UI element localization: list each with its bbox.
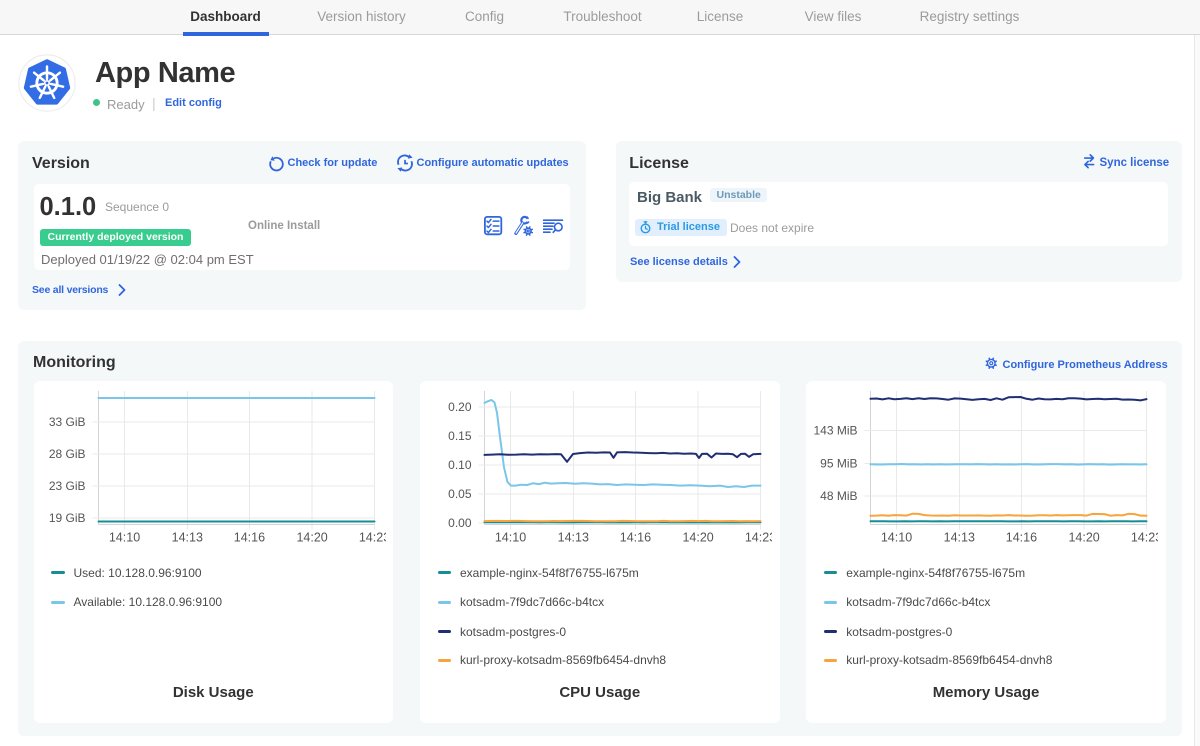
svg-text:0.00: 0.00 bbox=[448, 516, 472, 530]
svg-text:14:20: 14:20 bbox=[682, 531, 713, 545]
svg-text:14:16: 14:16 bbox=[233, 531, 264, 545]
svg-text:14:20: 14:20 bbox=[1069, 531, 1100, 545]
svg-text:14:13: 14:13 bbox=[944, 531, 975, 545]
svg-text:14:13: 14:13 bbox=[171, 531, 202, 545]
svg-text:28 GiB: 28 GiB bbox=[48, 447, 85, 461]
svg-text:14:23: 14:23 bbox=[745, 531, 772, 545]
svg-text:95 MiB: 95 MiB bbox=[820, 457, 857, 471]
svg-text:14:20: 14:20 bbox=[296, 531, 327, 545]
svg-text:14:23: 14:23 bbox=[358, 531, 385, 545]
svg-text:143 MiB: 143 MiB bbox=[814, 424, 858, 438]
svg-text:23 GiB: 23 GiB bbox=[48, 479, 85, 493]
svg-text:14:10: 14:10 bbox=[495, 531, 526, 545]
svg-text:0.20: 0.20 bbox=[448, 400, 472, 414]
svg-text:19 GiB: 19 GiB bbox=[48, 511, 85, 525]
svg-text:14:23: 14:23 bbox=[1131, 531, 1158, 545]
svg-text:33 GiB: 33 GiB bbox=[48, 415, 85, 429]
svg-text:14:10: 14:10 bbox=[881, 531, 912, 545]
svg-text:14:16: 14:16 bbox=[1006, 531, 1037, 545]
svg-text:14:10: 14:10 bbox=[108, 531, 139, 545]
svg-text:0.15: 0.15 bbox=[448, 429, 472, 443]
svg-text:48 MiB: 48 MiB bbox=[820, 489, 857, 503]
svg-text:14:13: 14:13 bbox=[558, 531, 589, 545]
svg-text:0.05: 0.05 bbox=[448, 487, 472, 501]
svg-text:14:16: 14:16 bbox=[620, 531, 651, 545]
svg-text:0.10: 0.10 bbox=[448, 458, 472, 472]
